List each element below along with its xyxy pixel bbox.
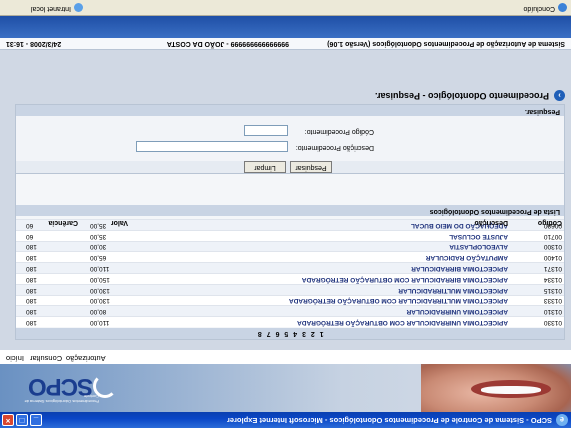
menu-item-autorizacao[interactable]: Autorização xyxy=(66,354,106,363)
menu-item-consultar[interactable]: Consultar xyxy=(30,354,62,363)
column-header-carencia: Carência xyxy=(48,219,78,226)
table-row[interactable]: 01330 APICECTOMIA UNIRRADICULAR COM OBTU… xyxy=(16,316,564,327)
list-panel-label: Lista de Procedimentos Odontológicos xyxy=(429,208,560,215)
current-datetime: 24/3/2008 - 16:31 xyxy=(6,40,62,47)
table-row[interactable]: 01334 APICECTOMIA BIRRADICULAR COM OBTUR… xyxy=(16,273,564,284)
status-bar: Concluído Intranet local xyxy=(0,0,571,16)
app-banner: SCPO Procedimentos Odontológicos Sistema… xyxy=(0,364,571,412)
maximize-button[interactable]: □ xyxy=(16,414,28,426)
system-name: Sistema de Autorização de Procedimentos … xyxy=(327,40,565,47)
status-text: Concluído xyxy=(523,5,555,12)
row-description-link[interactable]: APICECTOMIA UNIRRADICULAR xyxy=(407,308,508,315)
row-carencia: 180 xyxy=(26,243,37,251)
row-code: 01371 xyxy=(543,265,562,273)
row-code: 01330 xyxy=(543,319,562,326)
row-description-link[interactable]: APICECTOMIA BIRRADICULAR xyxy=(411,265,508,272)
table-row[interactable]: 01333 APICECTOMIA MULTIRRADICULAR COM OB… xyxy=(16,294,564,306)
row-description-link[interactable]: APICECTOMIA UNIRRADICULAR COM OBTURAÇÃO … xyxy=(297,319,508,326)
row-code: 01300 xyxy=(543,243,562,251)
procedure-rows: 01330 APICECTOMIA UNIRRADICULAR COM OBTU… xyxy=(16,219,564,327)
row-carencia: 180 xyxy=(26,275,37,283)
row-carencia: 180 xyxy=(26,254,37,262)
column-header-valor: Valor xyxy=(110,219,128,226)
zone-text: Intranet local xyxy=(30,5,71,12)
banner-teeth xyxy=(481,386,541,394)
row-carencia: 180 xyxy=(26,286,37,294)
row-carencia: 180 xyxy=(26,297,37,305)
close-button[interactable]: × xyxy=(2,414,14,426)
row-code: 01315 xyxy=(543,286,562,294)
table-row[interactable]: 01310 APICECTOMIA UNIRRADICULAR 80,00 18… xyxy=(16,305,564,317)
search-panel-label: Pesquisar. xyxy=(524,108,560,115)
row-valor: 150,00 xyxy=(90,275,110,283)
table-row[interactable]: 01400 AMPUTAÇÃO RADICULAR 65,00 180 xyxy=(16,251,564,263)
screen: e SCPO - Sistema de Controle de Procedim… xyxy=(0,0,571,428)
row-code: 01400 xyxy=(543,254,562,262)
search-panel: Pesquisar Limpar Descrição Procedimento:… xyxy=(15,104,565,174)
code-field-label: Código Procedimento: xyxy=(304,128,374,135)
description-field-label: Descrição Procedimento: xyxy=(295,144,374,151)
row-carencia: 180 xyxy=(26,265,37,273)
pager-pages[interactable]: 1 2 3 4 5 6 7 8 xyxy=(256,330,323,337)
row-description-link[interactable]: AJUSTE OCLUSAL xyxy=(449,233,508,240)
main-content: 1 2 3 4 5 6 7 8 01330 APICECTOMIA UNIRRA… xyxy=(0,50,571,350)
window-titlebar: e SCPO - Sistema de Controle de Procedim… xyxy=(0,412,571,428)
row-valor: 35,00 xyxy=(90,232,107,240)
arrow-circle-icon: › xyxy=(554,90,565,101)
row-valor: 80,00 xyxy=(90,308,107,316)
minimize-button[interactable]: _ xyxy=(30,414,42,426)
page-title-text: Procedimento Odontológico - Pesquisar. xyxy=(374,91,549,101)
row-code: 01334 xyxy=(543,275,562,283)
description-field[interactable] xyxy=(136,141,288,152)
list-pager[interactable]: 1 2 3 4 5 6 7 8 xyxy=(16,328,564,339)
row-valor: 130,00 xyxy=(90,297,110,305)
blue-band xyxy=(0,16,571,38)
page-done-icon xyxy=(558,3,567,12)
table-row[interactable]: 01315 APICECTOMIA MULTIRRADICULAR 130,00… xyxy=(16,283,564,295)
row-code: 01310 xyxy=(543,308,562,316)
system-info-strip: Sistema de Autorização de Procedimentos … xyxy=(0,37,571,50)
row-code: 00710 xyxy=(543,232,562,240)
internet-explorer-icon: e xyxy=(556,414,568,426)
row-code: 01333 xyxy=(543,297,562,305)
row-valor: 110,00 xyxy=(90,265,110,273)
row-valor: 65,00 xyxy=(90,254,107,262)
window-title: SCPO - Sistema de Controle de Procedimen… xyxy=(226,416,552,425)
search-panel-header: Pesquisar. xyxy=(16,105,564,116)
row-carencia: 180 xyxy=(26,308,37,316)
intranet-zone-icon xyxy=(74,3,83,12)
row-carencia: 60 xyxy=(26,232,34,240)
current-user: 999999999999999 - JOÃO DA COSTA xyxy=(166,40,289,47)
search-button[interactable]: Pesquisar xyxy=(290,161,332,173)
clear-button[interactable]: Limpar xyxy=(244,161,286,173)
code-field[interactable] xyxy=(244,125,288,136)
search-button-bar: Pesquisar Limpar xyxy=(16,161,564,173)
row-description-link[interactable]: APICECTOMIA MULTIRRADICULAR xyxy=(398,287,508,294)
row-description-link[interactable]: APICECTOMIA BIRRADICULAR COM OBTURAÇÃO R… xyxy=(302,276,508,283)
list-panel-header: Lista de Procedimentos Odontológicos xyxy=(16,205,564,216)
row-description-link[interactable]: ALVEOLOPLASTIA xyxy=(449,243,508,250)
main-menu: Início Consultar Autorização xyxy=(0,352,571,364)
banner-smile-image xyxy=(421,364,571,412)
row-carencia: 180 xyxy=(26,319,37,326)
row-description-link[interactable]: AMPUTAÇÃO RADICULAR xyxy=(426,254,508,261)
column-header-codigo: Código xyxy=(537,219,562,226)
row-description-link[interactable]: APICECTOMIA MULTIRRADICULAR COM OBTURAÇÃ… xyxy=(289,297,508,304)
scpo-logo: SCPO Procedimentos Odontológicos Sistema… xyxy=(1,368,121,404)
table-row[interactable]: 01300 ALVEOLOPLASTIA 30,00 180 xyxy=(16,240,564,252)
row-valor: 110,00 xyxy=(90,319,110,326)
table-row[interactable]: 00710 AJUSTE OCLUSAL 35,00 60 xyxy=(16,229,564,241)
row-valor: 130,00 xyxy=(90,286,110,294)
menu-item-inicio[interactable]: Início xyxy=(6,354,24,363)
table-row[interactable]: 01371 APICECTOMIA BIRRADICULAR 110,00 18… xyxy=(16,262,564,274)
logo-tagline: Procedimentos Odontológicos Sistema de C… xyxy=(24,394,99,404)
row-valor: 30,00 xyxy=(90,243,107,251)
column-header-descricao: Descrição xyxy=(474,219,508,226)
